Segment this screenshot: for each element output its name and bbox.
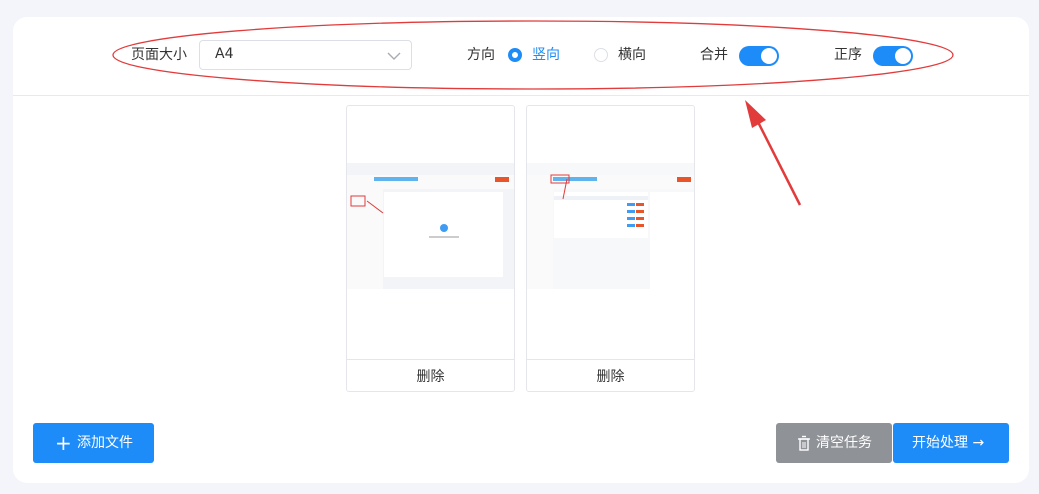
page-size-label: 页面大小 (131, 47, 187, 63)
file-thumbnail (527, 163, 694, 289)
delete-file-button[interactable]: 删除 (347, 366, 514, 386)
add-file-label: 添加文件 (77, 435, 133, 451)
direction-label: 方向 (467, 47, 495, 63)
start-processing-label: 开始处理 → (912, 435, 985, 451)
toggle-knob (761, 48, 777, 64)
add-file-button[interactable]: + 添加文件 (33, 423, 154, 463)
portrait-label[interactable]: 竖向 (532, 45, 560, 65)
file-thumbnail (347, 163, 514, 289)
card-divider (527, 359, 694, 360)
file-card: 删除 (346, 105, 515, 392)
clear-tasks-button[interactable]: 清空任务 (776, 423, 892, 463)
plus-icon: + (55, 431, 72, 455)
page-size-value: A4 (215, 46, 234, 62)
main-panel: 页面大小 A4 方向 竖向 横向 合并 正序 删除 删除 + 添加文件 清空任务… (13, 17, 1029, 483)
clear-tasks-label: 清空任务 (816, 435, 872, 451)
chevron-down-icon (387, 52, 401, 60)
card-divider (347, 359, 514, 360)
portrait-radio[interactable] (508, 48, 522, 62)
landscape-radio[interactable] (594, 48, 608, 62)
order-toggle[interactable] (873, 46, 913, 66)
order-label: 正序 (834, 47, 862, 63)
settings-toolbar: 页面大小 A4 方向 竖向 横向 合并 正序 (13, 17, 1029, 96)
trash-icon (798, 435, 810, 451)
file-card: 删除 (526, 105, 695, 392)
landscape-label[interactable]: 横向 (618, 45, 646, 65)
merge-toggle[interactable] (739, 46, 779, 66)
toggle-knob (895, 48, 911, 64)
page-size-select[interactable]: A4 (199, 40, 412, 70)
merge-label: 合并 (700, 47, 728, 63)
delete-file-button[interactable]: 删除 (527, 366, 694, 386)
start-processing-button[interactable]: 开始处理 → (893, 423, 1009, 463)
